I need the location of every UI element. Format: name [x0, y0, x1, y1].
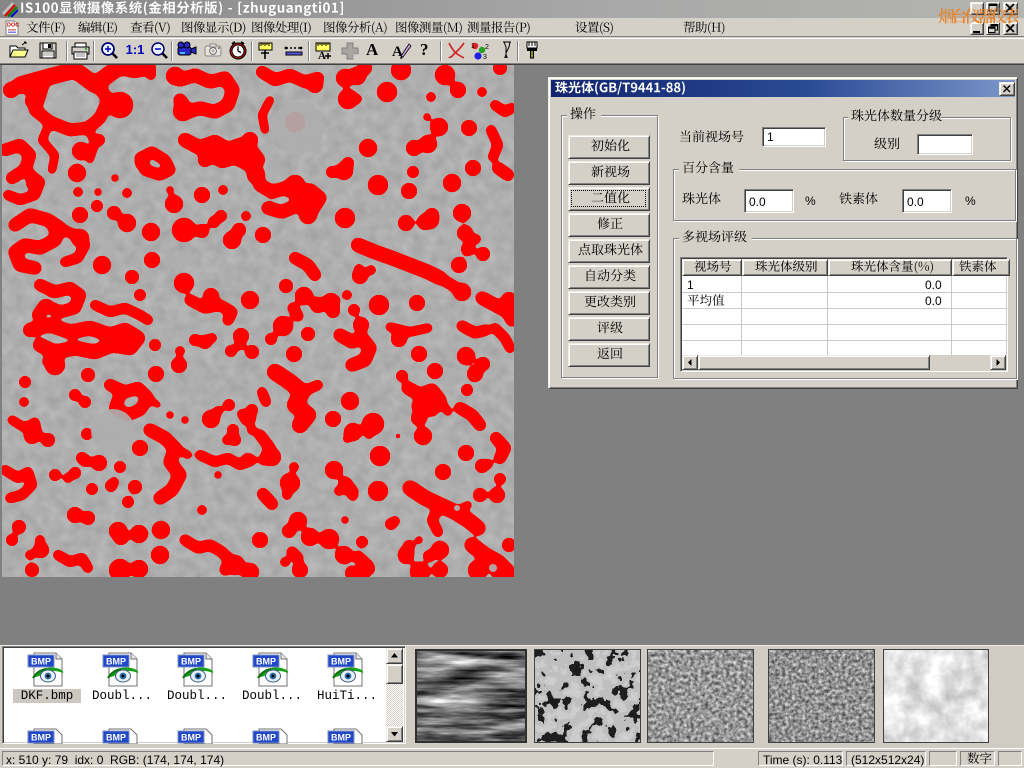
svg-text:BMP: BMP [256, 657, 276, 667]
svg-text:BMP: BMP [31, 733, 51, 743]
svg-text:BMP: BMP [106, 657, 126, 667]
svg-text:BMP: BMP [181, 657, 201, 667]
svg-text:BMP: BMP [106, 733, 126, 743]
svg-text:2: 2 [485, 44, 489, 51]
svg-text:BMP: BMP [31, 657, 51, 667]
svg-text:DOC: DOC [7, 23, 19, 29]
svg-text:BMP: BMP [331, 657, 351, 667]
svg-text:A: A [318, 50, 326, 61]
svg-text:BMP: BMP [331, 733, 351, 743]
svg-text:BMP: BMP [181, 733, 201, 743]
svg-text:3: 3 [483, 54, 487, 61]
svg-text:1: 1 [471, 43, 475, 50]
svg-text:BMP: BMP [256, 733, 276, 743]
